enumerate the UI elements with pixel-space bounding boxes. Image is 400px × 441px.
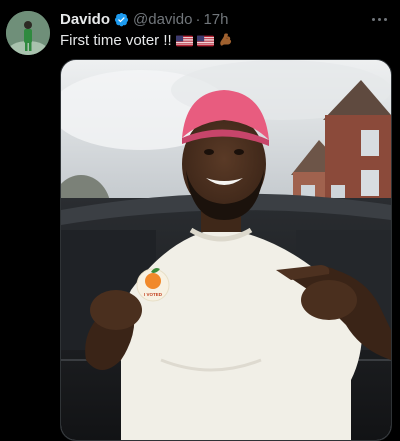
tweet-header: Davido @davido · 17h (60, 9, 400, 29)
tweet-timestamp[interactable]: 17h (203, 11, 228, 28)
us-flag-icon (196, 35, 214, 47)
tweet-text: First time voter !! (60, 31, 234, 49)
photo-content: I VOTED (61, 60, 391, 440)
more-options-icon[interactable] (370, 10, 388, 28)
separator-dot: · (195, 10, 201, 28)
tweet[interactable]: Davido @davido · 17h First time voter !! (0, 0, 400, 441)
verified-badge-icon (114, 12, 129, 27)
tweet-text-content: First time voter !! (60, 31, 172, 49)
sticker-text: I VOTED (144, 292, 163, 297)
author-handle[interactable]: @davido (133, 11, 192, 28)
avatar[interactable] (6, 11, 50, 55)
flexed-biceps-icon (218, 32, 234, 48)
author-name[interactable]: Davido (60, 11, 110, 28)
avatar-image (6, 11, 50, 55)
us-flag-icon (175, 35, 193, 47)
tweet-photo[interactable]: I VOTED (60, 59, 392, 441)
